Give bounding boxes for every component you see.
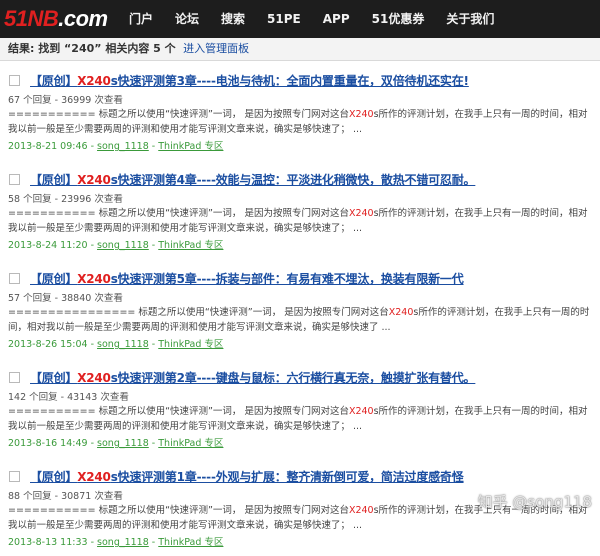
summary-text: 结果: 找到 “240” 相关内容 5 个 xyxy=(8,42,176,55)
select-checkbox[interactable] xyxy=(9,272,20,284)
post-date: 2013-8-24 11:20 xyxy=(8,240,88,251)
forum-link[interactable]: ThinkPad 专区 xyxy=(158,537,223,548)
nav-item-app[interactable]: APP xyxy=(312,0,361,38)
title-keyword: X240 xyxy=(77,370,111,385)
title-keyword: X240 xyxy=(77,469,111,484)
result-stats: 57 个回复 - 38840 次查看 xyxy=(8,293,123,304)
select-checkbox[interactable] xyxy=(9,371,20,383)
result-stats: 67 个回复 - 36999 次查看 xyxy=(8,95,123,106)
title-rest: s快速评测第3章----电池与待机：全面内置重量在，双倍待机还实在! xyxy=(110,73,469,88)
result-footer: 2013-8-16 14:49 - song_1118 - ThinkPad 专… xyxy=(8,438,224,449)
title-rest: s快速评测第1章----外观与扩展：整齐清新倒可爱，简洁过度感奇怪 xyxy=(110,469,464,484)
search-summary-bar: 结果: 找到 “240” 相关内容 5 个 进入管理面板 xyxy=(0,38,600,61)
nav-item-search[interactable]: 搜索 xyxy=(210,0,256,38)
logo-text-white: .com xyxy=(58,6,108,31)
result-title-link[interactable]: 【原创】X240s快速评测第4章----效能与温控：平淡进化稍微快，散热不错可忍… xyxy=(30,171,476,188)
forum-link[interactable]: ThinkPad 专区 xyxy=(158,339,223,350)
top-navigation-bar: 51NB .com 门户 论坛 搜索 51PE APP 51优惠券 关于我们 xyxy=(0,0,600,38)
author-link[interactable]: song_1118 xyxy=(97,141,149,152)
title-prefix: 【原创】 xyxy=(30,73,78,88)
snippet-keyword: X240 xyxy=(348,505,374,516)
result-title-link[interactable]: 【原创】X240s快速评测第2章----键盘与鼠标：六行横行真无奈，触摸扩张有替… xyxy=(30,369,476,386)
summary-keyword: 240 xyxy=(71,42,95,55)
result-footer: 2013-8-21 09:46 - song_1118 - ThinkPad 专… xyxy=(8,141,224,152)
result-footer: 2013-8-26 15:04 - song_1118 - ThinkPad 专… xyxy=(8,339,224,350)
result-snippet: =========== 标题之所以使用“快速评测”一词， 是因为按照专门网对这台… xyxy=(8,404,593,434)
nav-item-forum[interactable]: 论坛 xyxy=(164,0,210,38)
post-date: 2013-8-26 15:04 xyxy=(8,339,88,350)
snippet-part: ================ 标题之所以使用“快速评测”一词， 是因为按照专… xyxy=(8,307,389,318)
summary-prefix: 结果: 找到 “ xyxy=(8,42,72,55)
snippet-part: =========== 标题之所以使用“快速评测”一词， 是因为按照专门网对这台 xyxy=(8,406,349,417)
select-checkbox[interactable] xyxy=(9,470,20,482)
nav-item-portal[interactable]: 门户 xyxy=(116,0,164,38)
author-link[interactable]: song_1118 xyxy=(97,438,149,449)
result-item: 【原创】X240s快速评测第3章----电池与待机：全面内置重量在，双倍待机还实… xyxy=(8,70,600,160)
title-prefix: 【原创】 xyxy=(30,172,78,187)
title-rest: s快速评测第2章----键盘与鼠标：六行横行真无奈，触摸扩张有替代。 xyxy=(110,370,476,385)
nav-item-coupons[interactable]: 51优惠券 xyxy=(361,0,436,38)
result-snippet: =========== 标题之所以使用“快速评测”一词， 是因为按照专门网对这台… xyxy=(8,107,593,137)
forum-link[interactable]: ThinkPad 专区 xyxy=(158,438,223,449)
snippet-part: =========== 标题之所以使用“快速评测”一词， 是因为按照专门网对这台 xyxy=(8,109,349,120)
post-date: 2013-8-13 11:33 xyxy=(8,537,88,548)
result-item: 【原创】X240s快速评测第5章----拆装与部件：有易有难不埋汰，换装有限新一… xyxy=(8,268,600,358)
main-nav: 门户 论坛 搜索 51PE APP 51优惠券 关于我们 xyxy=(116,0,505,38)
result-stats: 142 个回复 - 43143 次查看 xyxy=(8,392,129,403)
select-checkbox[interactable] xyxy=(9,173,20,185)
title-rest: s快速评测第4章----效能与温控：平淡进化稍微快，散热不错可忍耐。 xyxy=(110,172,476,187)
snippet-keyword: X240 xyxy=(348,406,374,417)
title-prefix: 【原创】 xyxy=(30,370,78,385)
result-title-link[interactable]: 【原创】X240s快速评测第5章----拆装与部件：有易有难不埋汰，换装有限新一… xyxy=(30,270,464,287)
title-rest: s快速评测第5章----拆装与部件：有易有难不埋汰，换装有限新一代 xyxy=(110,271,464,286)
snippet-keyword: X240 xyxy=(348,109,374,120)
result-footer: 2013-8-24 11:20 - song_1118 - ThinkPad 专… xyxy=(8,240,224,251)
logo-text-red: 51NB xyxy=(4,6,59,31)
snippet-keyword: X240 xyxy=(388,307,414,318)
author-link[interactable]: song_1118 xyxy=(97,537,149,548)
title-keyword: X240 xyxy=(77,271,111,286)
result-count: 5 xyxy=(153,42,161,55)
summary-middle: ” 相关内容 xyxy=(94,42,154,55)
summary-suffix: 个 xyxy=(160,42,176,55)
select-checkbox[interactable] xyxy=(9,74,20,86)
site-logo[interactable]: 51NB .com xyxy=(0,0,116,38)
result-item: 【原创】X240s快速评测第2章----键盘与鼠标：六行横行真无奈，触摸扩张有替… xyxy=(8,367,600,457)
author-link[interactable]: song_1118 xyxy=(97,240,149,251)
snippet-part: =========== 标题之所以使用“快速评测”一词， 是因为按照专门网对这台 xyxy=(8,208,349,219)
result-footer: 2013-8-13 11:33 - song_1118 - ThinkPad 专… xyxy=(8,537,224,548)
author-link[interactable]: song_1118 xyxy=(97,339,149,350)
admin-panel-link[interactable]: 进入管理面板 xyxy=(183,42,249,55)
nav-item-about[interactable]: 关于我们 xyxy=(435,0,505,38)
post-date: 2013-8-16 14:49 xyxy=(8,438,88,449)
title-keyword: X240 xyxy=(77,73,111,88)
nav-item-51pe[interactable]: 51PE xyxy=(256,0,312,38)
result-title-link[interactable]: 【原创】X240s快速评测第3章----电池与待机：全面内置重量在，双倍待机还实… xyxy=(30,72,469,89)
zhihu-watermark: 知乎 @song118 xyxy=(477,493,592,511)
snippet-keyword: X240 xyxy=(348,208,374,219)
result-item: 【原创】X240s快速评测第4章----效能与温控：平淡进化稍微快，散热不错可忍… xyxy=(8,169,600,259)
title-keyword: X240 xyxy=(77,172,111,187)
result-title-link[interactable]: 【原创】X240s快速评测第1章----外观与扩展：整齐清新倒可爱，简洁过度感奇… xyxy=(30,468,464,485)
forum-link[interactable]: ThinkPad 专区 xyxy=(158,240,223,251)
result-snippet: ================ 标题之所以使用“快速评测”一词， 是因为按照专… xyxy=(8,305,593,335)
result-snippet: =========== 标题之所以使用“快速评测”一词， 是因为按照专门网对这台… xyxy=(8,206,593,236)
result-stats: 58 个回复 - 23996 次查看 xyxy=(8,194,123,205)
snippet-part: =========== 标题之所以使用“快速评测”一词， 是因为按照专门网对这台 xyxy=(8,505,349,516)
post-date: 2013-8-21 09:46 xyxy=(8,141,88,152)
search-results-list: 【原创】X240s快速评测第3章----电池与待机：全面内置重量在，双倍待机还实… xyxy=(0,70,600,556)
title-prefix: 【原创】 xyxy=(30,469,78,484)
forum-link[interactable]: ThinkPad 专区 xyxy=(158,141,223,152)
title-prefix: 【原创】 xyxy=(30,271,78,286)
